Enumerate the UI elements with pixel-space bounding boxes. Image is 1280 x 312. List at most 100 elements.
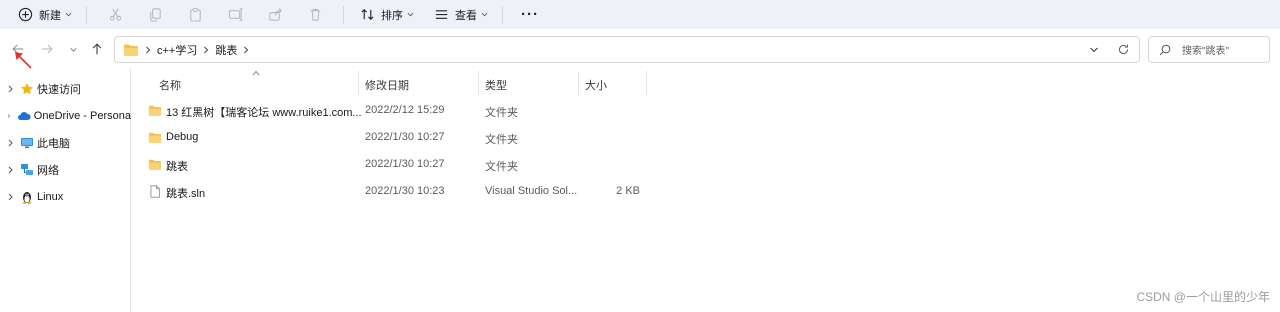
- refresh-button[interactable]: [1107, 43, 1139, 56]
- chevron-right-icon: [8, 85, 13, 93]
- sidebar-item-quick-access[interactable]: 快速访问: [0, 78, 131, 100]
- file-date: 2022/2/12 15:29: [365, 104, 445, 116]
- file-date: 2022/1/30 10:27: [365, 131, 445, 143]
- sidebar-item-label: OneDrive - Persona: [33, 110, 131, 122]
- scissors-icon: [109, 8, 121, 21]
- sort-ascending-icon: [252, 70, 260, 76]
- clipboard-icon: [189, 7, 201, 22]
- column-header-name[interactable]: 名称: [159, 77, 181, 93]
- view-button[interactable]: 查看: [426, 4, 494, 26]
- breadcrumb-item[interactable]: c++学习: [157, 42, 197, 58]
- chevron-right-icon: [244, 46, 249, 53]
- search-box[interactable]: 搜索"跳表": [1148, 36, 1270, 63]
- folder-icon: [124, 44, 138, 56]
- folder-icon: [148, 159, 162, 170]
- folder-icon: [148, 105, 162, 116]
- new-button-label: 新建: [39, 9, 61, 22]
- toolbar-divider: [86, 5, 87, 24]
- file-type: 文件夹: [485, 161, 518, 173]
- column-divider[interactable]: [646, 71, 647, 95]
- recent-locations-button[interactable]: [64, 40, 82, 58]
- copy-button[interactable]: [135, 4, 175, 26]
- sidebar-item-onedrive[interactable]: OneDrive - Persona: [0, 105, 131, 127]
- column-header-date[interactable]: 修改日期: [365, 77, 409, 93]
- sort-arrows-icon: [358, 6, 376, 24]
- file-type: 文件夹: [485, 107, 518, 119]
- cloud-icon: [17, 109, 31, 123]
- column-header-type[interactable]: 类型: [485, 77, 507, 93]
- arrow-up-icon: [92, 43, 102, 55]
- column-divider[interactable]: [578, 71, 579, 95]
- search-placeholder: 搜索"跳表": [1182, 46, 1230, 57]
- network-icon: [20, 163, 34, 177]
- arrow-right-icon: [41, 44, 53, 54]
- file-row[interactable]: 13 红黑树【瑞客论坛 www.ruike1.com... 2022/2/12 …: [132, 98, 652, 124]
- sidebar-item-network[interactable]: 网络: [0, 159, 131, 181]
- command-bar: 新建 排序 查看 ···: [0, 0, 1280, 29]
- view-button-label: 查看: [455, 9, 477, 22]
- new-button[interactable]: 新建: [0, 4, 78, 26]
- file-name: Debug: [166, 131, 199, 143]
- breadcrumb-item[interactable]: 跳表: [215, 42, 237, 58]
- sidebar-item-this-pc[interactable]: 此电脑: [0, 132, 131, 154]
- list-view-icon: [432, 6, 450, 24]
- more-options-button[interactable]: ···: [511, 4, 549, 26]
- file-name: 13 红黑树【瑞客论坛 www.ruike1.com...: [166, 107, 362, 119]
- copy-icon: [149, 8, 161, 22]
- star-icon: [20, 82, 34, 96]
- chevron-down-icon: [407, 12, 414, 17]
- sidebar-item-label: Linux: [37, 191, 64, 203]
- navigation-bar: c++学习 跳表 搜索"跳表": [0, 29, 1280, 69]
- chevron-right-icon: [146, 46, 151, 53]
- red-arrow-annotation-icon: [15, 52, 32, 69]
- toolbar-divider: [343, 5, 344, 24]
- watermark: CSDN @一个山里的少年: [1136, 290, 1270, 304]
- cut-button[interactable]: [95, 4, 135, 26]
- folder-icon: [148, 132, 162, 143]
- chevron-right-icon: [7, 114, 11, 118]
- toolbar-divider: [502, 5, 503, 24]
- file-row[interactable]: Debug 2022/1/30 10:27 文件夹: [132, 125, 652, 151]
- file-list: 名称 修改日期 类型 大小 13 红黑树【瑞客论坛 www.ruike1.com…: [132, 69, 1280, 312]
- share-button[interactable]: [255, 4, 295, 26]
- sort-button[interactable]: 排序: [352, 4, 420, 26]
- rename-button[interactable]: [215, 4, 255, 26]
- forward-button[interactable]: [38, 40, 56, 58]
- file-row[interactable]: 跳表 2022/1/30 10:27 文件夹: [132, 152, 652, 178]
- column-divider[interactable]: [358, 71, 359, 95]
- search-icon: [1159, 44, 1171, 55]
- file-type: Visual Studio Sol...: [485, 185, 578, 197]
- file-size: 2 KB: [616, 185, 640, 197]
- chevron-right-icon: [8, 166, 13, 174]
- file-type: 文件夹: [485, 134, 518, 146]
- column-header-size[interactable]: 大小: [585, 77, 607, 93]
- file-name: 跳表: [166, 161, 188, 173]
- paste-button[interactable]: [175, 4, 215, 26]
- refresh-icon: [1118, 44, 1128, 55]
- navigation-pane: 快速访问 OneDrive - Persona 此电脑 网络 Linux: [0, 69, 131, 312]
- file-row[interactable]: 跳表.sln 2022/1/30 10:23 Visual Studio Sol…: [132, 179, 652, 205]
- delete-button[interactable]: [295, 4, 335, 26]
- sidebar-item-linux[interactable]: Linux: [0, 186, 131, 208]
- trash-icon: [310, 8, 320, 21]
- address-history-button[interactable]: [1081, 45, 1107, 55]
- file-name: 跳表.sln: [166, 188, 206, 200]
- chevron-down-icon: [69, 47, 77, 52]
- chevron-down-icon: [65, 12, 72, 17]
- sidebar-item-label: 此电脑: [37, 138, 70, 150]
- chevron-right-icon: [204, 46, 209, 53]
- column-header-row: 名称 修改日期 类型 大小: [132, 69, 652, 97]
- sidebar-item-label: 网络: [37, 165, 59, 177]
- address-bar-actions: [1081, 37, 1139, 62]
- file-icon: [150, 185, 160, 198]
- chevron-right-icon: [8, 193, 13, 201]
- rename-icon: [228, 8, 243, 21]
- chevron-down-icon: [1090, 47, 1098, 52]
- file-date: 2022/1/30 10:27: [365, 158, 445, 170]
- address-bar[interactable]: c++学习 跳表: [114, 36, 1140, 63]
- chevron-right-icon: [8, 139, 13, 147]
- linux-penguin-icon: [20, 190, 34, 204]
- share-icon: [268, 8, 282, 21]
- up-button[interactable]: [88, 40, 106, 58]
- column-divider[interactable]: [478, 71, 479, 95]
